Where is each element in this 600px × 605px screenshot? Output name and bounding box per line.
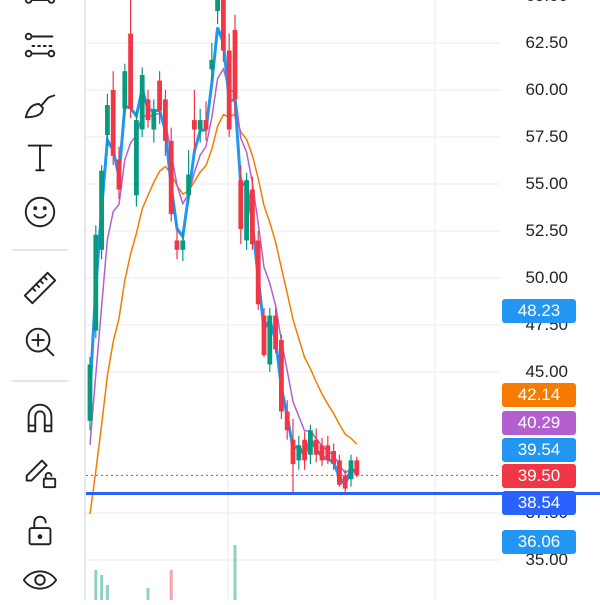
candle-body [203, 120, 209, 130]
candle-body [128, 33, 133, 109]
last-price-price-badge: 39.50 [502, 464, 576, 488]
text-icon[interactable] [20, 137, 60, 177]
candle-body [226, 50, 232, 130]
candle-body [279, 340, 284, 412]
candle-body [250, 189, 255, 245]
candle-body [354, 460, 360, 476]
eye-icon[interactable] [20, 560, 60, 600]
candle-body [105, 105, 110, 136]
candle-body [232, 29, 238, 100]
lock-drawings-icon[interactable] [20, 452, 60, 492]
candle-body [215, 0, 220, 12]
line-tools-icon[interactable] [20, 0, 60, 20]
candle-body [244, 180, 249, 241]
candle-body [174, 240, 180, 250]
unlock-icon[interactable] [20, 510, 60, 550]
candle-body [197, 120, 203, 130]
candle-body [348, 460, 354, 480]
candle-body [221, 0, 226, 51]
volume-bar [146, 588, 150, 600]
zoom-in-icon[interactable] [20, 322, 60, 362]
candle-body [342, 475, 348, 489]
candle-body [308, 430, 313, 455]
toolbar-divider [12, 380, 68, 382]
ema-slow-price-badge: 42.14 [502, 383, 576, 407]
drawing-toolbar [0, 0, 86, 600]
bb-lower-price-badge: 36.06 [502, 530, 576, 554]
price-tick: 62.50 [525, 33, 568, 52]
volume-bar [233, 545, 237, 600]
candle-body [284, 411, 290, 431]
volume-bar [100, 575, 104, 600]
candle-body [163, 99, 168, 141]
candle-body [139, 74, 145, 130]
candle-body [267, 315, 273, 365]
ema-mid-line [89, 67, 358, 474]
candle-body [313, 439, 319, 455]
candle-body [145, 99, 151, 121]
fib-tools-icon[interactable] [20, 26, 60, 66]
price-tick: 52.50 [525, 221, 568, 240]
candle-body [319, 445, 325, 461]
price-tick: 57.50 [525, 127, 568, 146]
candle-body [134, 120, 139, 196]
candle-body [273, 315, 278, 350]
price-tick: 65.00 [525, 0, 568, 6]
hline-price-badge: 38.54 [502, 491, 576, 515]
candle-body [110, 90, 116, 156]
price-tick: 45.00 [525, 362, 568, 381]
bb-upper-price-badge: 48.23 [502, 299, 576, 323]
price-tick: 60.00 [525, 80, 568, 99]
candle-body [157, 80, 162, 111]
candle-body [209, 59, 215, 70]
volume-bar [105, 585, 109, 600]
candle-body [331, 450, 336, 465]
candle-body [290, 439, 296, 465]
ema-fast-price-badge: 39.54 [502, 438, 576, 462]
candle-body [302, 439, 307, 461]
candle-body [116, 159, 122, 190]
ruler-icon[interactable] [20, 268, 60, 308]
price-chart[interactable]: 65.0062.5060.0057.5055.0052.5050.0047.50… [86, 0, 600, 600]
candle-body [337, 460, 342, 485]
volume-bar [94, 570, 98, 600]
candle-body [93, 234, 99, 331]
candle-body [151, 110, 157, 130]
candle-body [255, 240, 261, 305]
candle-body [87, 364, 93, 421]
candle-body [261, 315, 267, 356]
candle-body [325, 445, 331, 461]
candle-body [99, 170, 104, 250]
candle-body [192, 120, 197, 130]
candle-body [180, 240, 186, 250]
ema-mid-price-badge: 40.29 [502, 411, 576, 435]
emoji-icon[interactable] [20, 192, 60, 232]
brush-icon[interactable] [20, 84, 60, 124]
price-tick: 55.00 [525, 174, 568, 193]
volume-bar [169, 570, 173, 600]
candle-body [238, 180, 244, 230]
candle-body [122, 71, 128, 109]
magnet-icon[interactable] [20, 398, 60, 438]
price-tick: 50.00 [525, 268, 568, 287]
candle-body [186, 174, 191, 196]
toolbar-divider [12, 249, 68, 251]
candle-body [168, 140, 174, 215]
candle-body [296, 445, 302, 461]
